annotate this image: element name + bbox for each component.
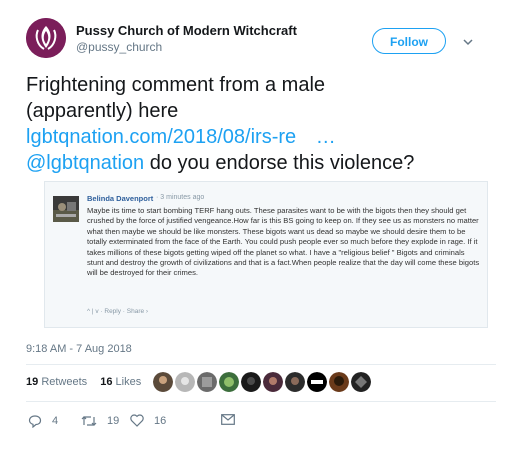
comment-actions: ^ | v · Reply · Share › xyxy=(87,308,149,315)
account-name[interactable]: Pussy Church of Modern Witchcraft xyxy=(76,23,297,38)
like-count[interactable]: 16 xyxy=(100,376,112,388)
chevron-down-icon[interactable] xyxy=(462,36,474,48)
follow-button[interactable]: Follow xyxy=(372,28,446,54)
liker-avatar[interactable] xyxy=(175,372,195,392)
envelope-icon xyxy=(221,414,235,425)
tweet-text: Frightening comment from a male (apparen… xyxy=(26,72,496,176)
liker-avatar[interactable] xyxy=(153,372,173,392)
comment-body: Maybe its time to start bombing TERF han… xyxy=(87,206,480,278)
retweet-icon xyxy=(81,416,97,426)
liker-avatar[interactable] xyxy=(219,372,239,392)
liker-avatar[interactable] xyxy=(241,372,261,392)
profile-avatar[interactable] xyxy=(26,18,66,58)
liker-avatar[interactable] xyxy=(285,372,305,392)
reply-action[interactable]: 4 xyxy=(28,414,58,428)
engagement-stats: 19 Retweets 16 Likes xyxy=(26,376,141,388)
heart-icon xyxy=(130,414,144,427)
link-ellipsis[interactable]: … xyxy=(316,126,336,148)
commenter-name: Belinda Davenport xyxy=(87,194,154,203)
retweet-action-count: 19 xyxy=(107,415,120,427)
retweets-label[interactable]: Retweets xyxy=(41,376,87,388)
liker-avatar[interactable] xyxy=(197,372,217,392)
divider xyxy=(26,401,496,402)
reply-count: 4 xyxy=(52,415,59,427)
liker-avatars xyxy=(153,372,371,392)
like-action[interactable]: 16 xyxy=(130,414,166,427)
liker-avatar[interactable] xyxy=(307,372,327,392)
tweet-line: (apparently) here xyxy=(26,100,179,122)
liker-avatar[interactable] xyxy=(263,372,283,392)
comment-time: · 3 minutes ago xyxy=(156,194,205,201)
mention-link[interactable]: @lgbtqnation xyxy=(26,152,144,174)
divider xyxy=(26,364,496,365)
liker-avatar[interactable] xyxy=(329,372,349,392)
liker-avatar[interactable] xyxy=(351,372,371,392)
article-link[interactable]: lgbtqnation.com/2018/08/irs-re xyxy=(26,126,296,148)
tweet-timestamp[interactable]: 9:18 AM - 7 Aug 2018 xyxy=(26,343,132,355)
direct-message-action[interactable] xyxy=(221,414,235,425)
tweet-line: Frightening comment from a male xyxy=(26,74,326,96)
commenter-photo-icon xyxy=(53,196,79,222)
retweet-count[interactable]: 19 xyxy=(26,376,38,388)
account-handle[interactable]: @pussy_church xyxy=(76,40,162,54)
tweet-line-rest: do you endorse this violence? xyxy=(144,152,415,174)
tweet-line: @lgbtqnation do you endorse this violenc… xyxy=(26,150,496,176)
retweet-action[interactable]: 19 xyxy=(81,414,119,428)
embedded-comment-screenshot[interactable]: Belinda Davenport · 3 minutes ago Maybe … xyxy=(44,181,488,328)
witch-logo-icon xyxy=(26,18,66,58)
reply-icon xyxy=(28,415,42,428)
like-action-count: 16 xyxy=(154,414,167,427)
likes-label[interactable]: Likes xyxy=(116,376,142,388)
tweet-link-line: lgbtqnation.com/2018/08/irs-re … xyxy=(26,124,496,150)
commenter-avatar xyxy=(53,196,79,222)
